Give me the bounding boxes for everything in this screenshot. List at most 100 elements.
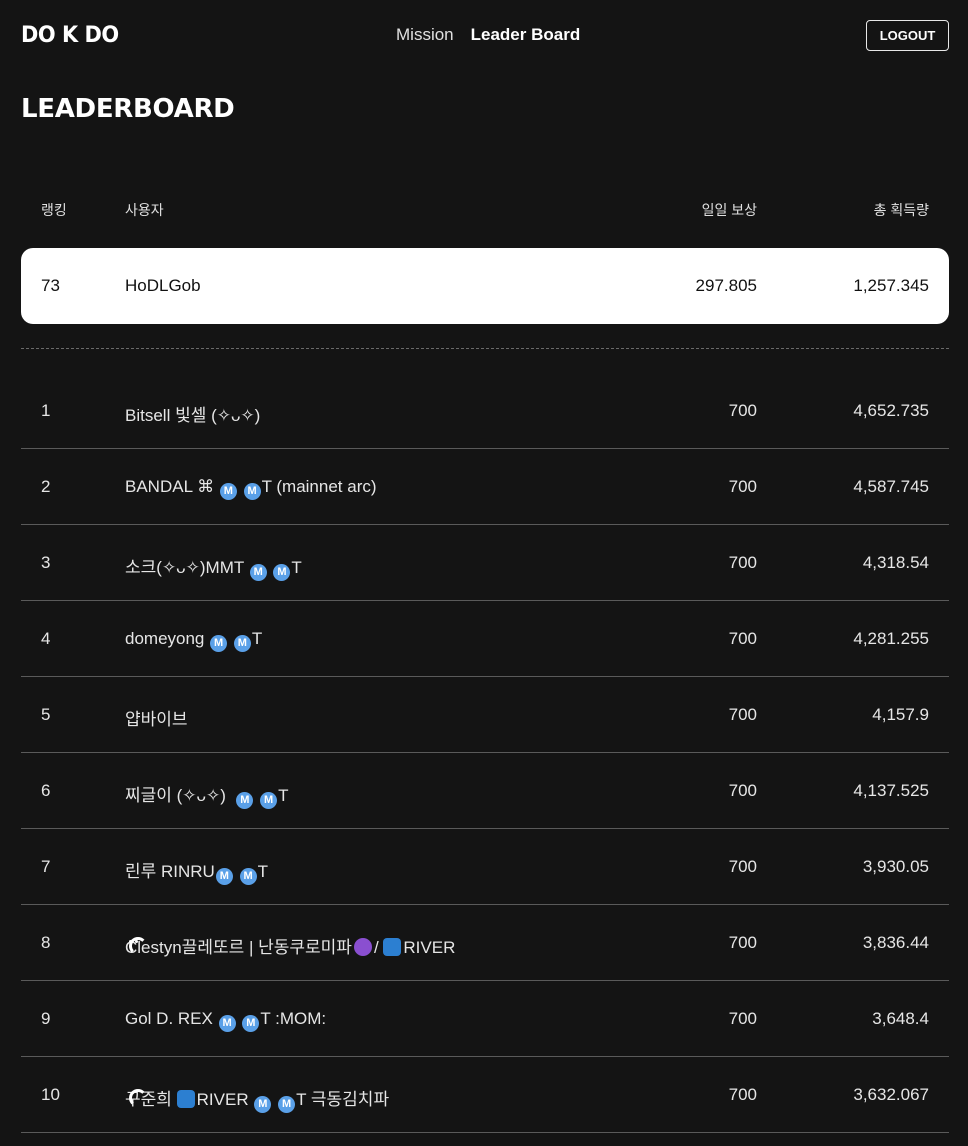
col-total-header: 총 획득량: [873, 202, 929, 218]
table-row: 10 구준희 RIVER M MT 극동김치파 700 3,632.067: [21, 1057, 949, 1133]
row-rank: 5: [41, 705, 51, 724]
username-text: /: [373, 938, 384, 957]
ranking-list: 1 Bitsell 빛셀 (✧ᴗ✧) 700 4,652.735 2 BANDAL ⌘ M…: [21, 373, 949, 1133]
row-daily-reward: 700: [728, 1009, 757, 1028]
row-username: 구준희 RIVER M MT 극동김치파: [125, 1085, 389, 1113]
m-token-icon: M: [243, 483, 261, 500]
wave-icon: [383, 938, 402, 956]
table-row: 7 린루 RINRU M M T 700 3,930.05: [21, 829, 949, 905]
m-token-icon: M: [210, 635, 228, 652]
row-daily-reward: 700: [728, 629, 757, 648]
table-row: 3 소크(✧ᴗ✧)MMT M M T 700 4,318.54: [21, 525, 949, 601]
username-text: 찌글이 (✧ᴗ✧): [125, 786, 236, 805]
m-token-icon: M: [260, 792, 278, 809]
username-text: T :MOM:: [260, 1009, 327, 1028]
row-daily-reward: 700: [728, 781, 757, 800]
username-text: BANDAL ⌘: [125, 477, 219, 496]
row-daily-reward: 700: [728, 705, 757, 724]
leaderboard-page: DO K DO Mission Leader Board LOGOUT LEAD…: [0, 0, 968, 1146]
m-token-icon: M: [233, 635, 251, 652]
logout-button[interactable]: LOGOUT: [866, 20, 949, 51]
m-token-icon: M: [254, 1096, 272, 1113]
username-text: [234, 862, 239, 881]
m-token-icon: M: [249, 564, 267, 581]
row-total-earned: 3,648.4: [872, 1009, 929, 1028]
username-text: domeyong: [125, 629, 210, 648]
row-total-earned: 3,632.067: [853, 1085, 929, 1104]
col-user-header: 사용자: [125, 202, 164, 218]
row-username: 린루 RINRU M MT: [125, 857, 268, 885]
dashed-divider: [21, 348, 949, 349]
m-token-icon: M: [242, 1015, 260, 1032]
row-username: Clestyn끌레또르 | 난동쿠로미파 / RIVER: [125, 933, 455, 958]
table-row: 4 domeyong M M T 700 4,281.255: [21, 601, 949, 677]
row-username: 얍바이브: [125, 705, 188, 730]
my-rank: 73: [41, 276, 60, 295]
nav-mission[interactable]: Mission: [396, 25, 454, 45]
row-rank: 8: [41, 933, 51, 952]
table-row: 2 BANDAL ⌘ M MT (mainnet arc) 700 4,587.745: [21, 449, 949, 525]
row-rank: 1: [41, 401, 51, 420]
nav-leader-board[interactable]: Leader Board: [471, 25, 581, 45]
row-username: 찌글이 (✧ᴗ✧) M MT: [125, 781, 288, 809]
row-rank: 7: [41, 857, 51, 876]
row-rank: 3: [41, 553, 51, 572]
my-daily-reward: 297.805: [695, 276, 757, 295]
table-row: 9 Gol D. REX M MT :MOM: 700 3,648.4: [21, 981, 949, 1057]
brand-logo[interactable]: DO K DO: [21, 23, 119, 48]
row-username: 소크(✧ᴗ✧)MMT M MT: [125, 553, 302, 581]
row-daily-reward: 700: [728, 857, 757, 876]
row-username: BANDAL ⌘ M MT (mainnet arc): [125, 477, 377, 500]
row-daily-reward: 700: [728, 1085, 757, 1104]
col-rank-header: 랭킹: [41, 202, 67, 218]
username-text: 소크(✧ᴗ✧)MMT: [125, 558, 249, 577]
wave-icon: [176, 1090, 195, 1108]
username-text: T: [251, 629, 263, 648]
row-username: Gol D. REX M MT :MOM:: [125, 1009, 326, 1032]
row-daily-reward: 700: [728, 477, 757, 496]
row-total-earned: 4,137.525: [853, 781, 929, 800]
username-text: Clestyn끌레또르 | 난동쿠로미파: [125, 938, 352, 957]
username-text: [238, 477, 243, 496]
username-text: 린루 RINRU: [125, 862, 215, 881]
row-username: domeyong M MT: [125, 629, 262, 652]
top-header: DO K DO Mission Leader Board LOGOUT: [0, 0, 968, 72]
row-daily-reward: 700: [728, 933, 757, 952]
m-token-icon: M: [215, 868, 233, 885]
devil-face-icon: [353, 938, 372, 956]
username-text: T 극동김치파: [296, 1090, 390, 1109]
username-text: Bitsell 빛셀 (✧ᴗ✧): [125, 406, 261, 425]
username-text: [272, 1090, 277, 1109]
m-token-icon: M: [219, 483, 237, 500]
username-text: T: [278, 786, 289, 805]
row-rank: 6: [41, 781, 51, 800]
row-total-earned: 3,930.05: [862, 857, 929, 876]
row-total-earned: 4,157.9: [872, 705, 929, 724]
username-text: Gol D. REX: [125, 1009, 218, 1028]
username-text: [228, 629, 233, 648]
row-username: Bitsell 빛셀 (✧ᴗ✧): [125, 401, 260, 426]
row-total-earned: 4,652.735: [853, 401, 929, 420]
row-daily-reward: 700: [728, 401, 757, 420]
table-row: 1 Bitsell 빛셀 (✧ᴗ✧) 700 4,652.735: [21, 373, 949, 449]
current-user-row: 73 HoDLGob 297.805 1,257.345: [21, 248, 949, 324]
username-text: T: [291, 558, 302, 577]
row-total-earned: 4,281.255: [853, 629, 929, 648]
m-token-icon: M: [273, 564, 291, 581]
m-token-icon: M: [236, 792, 254, 809]
m-token-icon: M: [278, 1096, 296, 1113]
table-row: 5 얍바이브 700 4,157.9: [21, 677, 949, 753]
row-total-earned: 3,836.44: [862, 933, 929, 952]
row-rank: 2: [41, 477, 51, 496]
table-row: 6 찌글이 (✧ᴗ✧) M M T 700 4,137.525: [21, 753, 949, 829]
my-total-earned: 1,257.345: [853, 276, 929, 295]
row-daily-reward: 700: [728, 553, 757, 572]
row-rank: 9: [41, 1009, 51, 1028]
table-header: 랭킹 사용자 일일 보상 총 획득량: [21, 200, 949, 220]
username-text: RIVER: [403, 938, 456, 957]
my-username: HoDLGob: [125, 276, 201, 295]
page-title: LEADERBOARD: [21, 94, 235, 124]
username-text: T: [257, 862, 268, 881]
username-text: [237, 1009, 242, 1028]
username-text: RIVER: [196, 1090, 254, 1109]
